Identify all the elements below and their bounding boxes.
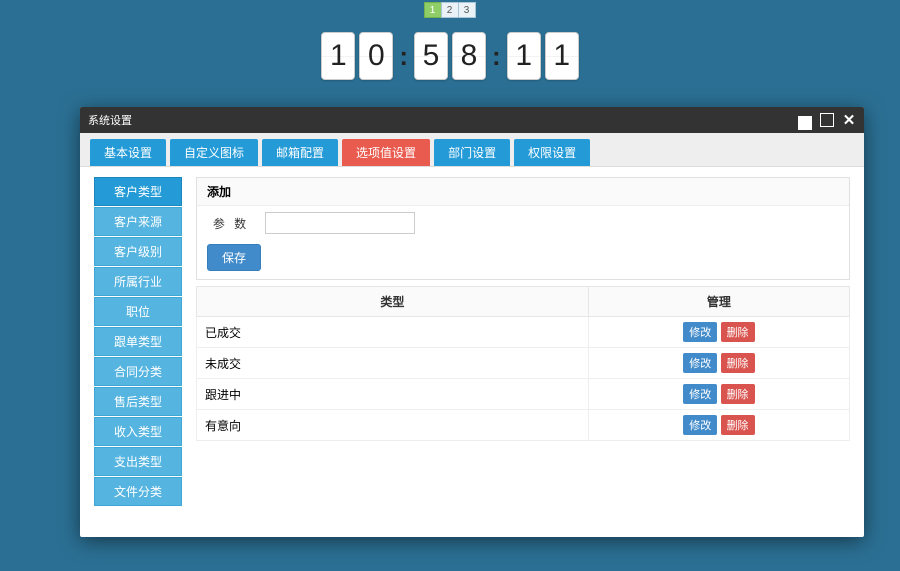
type-cell: 未成交 (197, 348, 589, 379)
clock-colon: : (492, 41, 501, 72)
delete-button[interactable]: 删除 (721, 415, 755, 435)
window-body: 客户类型客户来源客户级别所属行业职位跟单类型合同分类售后类型收入类型支出类型文件… (80, 167, 864, 537)
window-titlebar[interactable]: 系统设置 ✕ (80, 107, 864, 133)
sidebar-item-1[interactable]: 客户来源 (94, 207, 182, 236)
clock: 1 0 : 5 8 : 1 1 (0, 32, 900, 80)
top-tabs: 基本设置自定义图标邮箱配置选项值设置部门设置权限设置 (80, 133, 864, 167)
tab-3[interactable]: 选项值设置 (342, 139, 430, 166)
param-input[interactable] (265, 212, 415, 234)
digit: 0 (359, 32, 393, 80)
edit-button[interactable]: 修改 (683, 353, 717, 373)
sidebar-item-6[interactable]: 合同分类 (94, 357, 182, 386)
edit-button[interactable]: 修改 (683, 322, 717, 342)
sidebar-item-7[interactable]: 售后类型 (94, 387, 182, 416)
close-button[interactable]: ✕ (842, 113, 856, 127)
pager-page-1[interactable]: 1 (424, 2, 442, 18)
maximize-button[interactable] (820, 113, 834, 127)
window-controls: ✕ (798, 113, 856, 127)
minimize-button[interactable] (798, 113, 812, 127)
action-cell: 修改 删除 (588, 379, 849, 410)
sidebar-item-2[interactable]: 客户级别 (94, 237, 182, 266)
digit: 1 (507, 32, 541, 80)
param-label: 参 数 (207, 215, 255, 232)
sidebar-item-4[interactable]: 职位 (94, 297, 182, 326)
sidebar-item-8[interactable]: 收入类型 (94, 417, 182, 446)
sidebar: 客户类型客户来源客户级别所属行业职位跟单类型合同分类售后类型收入类型支出类型文件… (94, 177, 182, 527)
digit: 8 (452, 32, 486, 80)
pager-page-2[interactable]: 2 (441, 2, 459, 18)
action-cell: 修改 删除 (588, 348, 849, 379)
options-table: 类型 管理 已成交修改 删除未成交修改 删除跟进中修改 删除有意向修改 删除 (196, 286, 850, 441)
digit: 5 (414, 32, 448, 80)
tab-5[interactable]: 权限设置 (514, 139, 590, 166)
digit: 1 (545, 32, 579, 80)
action-cell: 修改 删除 (588, 410, 849, 441)
edit-button[interactable]: 修改 (683, 384, 717, 404)
sidebar-item-3[interactable]: 所属行业 (94, 267, 182, 296)
type-cell: 已成交 (197, 317, 589, 348)
edit-button[interactable]: 修改 (683, 415, 717, 435)
clock-colon: : (399, 41, 408, 72)
type-cell: 有意向 (197, 410, 589, 441)
tab-1[interactable]: 自定义图标 (170, 139, 258, 166)
delete-button[interactable]: 删除 (721, 322, 755, 342)
save-button[interactable]: 保存 (207, 244, 261, 271)
main-panel: 添加 参 数 保存 类型 管理 已成交修改 删除未成交修改 删除跟进中修改 删除… (196, 177, 850, 527)
tab-4[interactable]: 部门设置 (434, 139, 510, 166)
minimize-icon (798, 116, 812, 130)
settings-window: 系统设置 ✕ 基本设置自定义图标邮箱配置选项值设置部门设置权限设置 客户类型客户… (80, 107, 864, 537)
clock-minutes: 5 8 (414, 32, 486, 80)
clock-hours: 1 0 (321, 32, 393, 80)
sidebar-item-5[interactable]: 跟单类型 (94, 327, 182, 356)
add-panel: 添加 参 数 保存 (196, 177, 850, 280)
col-type: 类型 (197, 287, 589, 317)
table-row: 跟进中修改 删除 (197, 379, 850, 410)
sidebar-item-10[interactable]: 文件分类 (94, 477, 182, 506)
action-cell: 修改 删除 (588, 317, 849, 348)
table-row: 已成交修改 删除 (197, 317, 850, 348)
pager-page-3[interactable]: 3 (458, 2, 476, 18)
options-tbody: 已成交修改 删除未成交修改 删除跟进中修改 删除有意向修改 删除 (197, 317, 850, 441)
tab-0[interactable]: 基本设置 (90, 139, 166, 166)
table-row: 未成交修改 删除 (197, 348, 850, 379)
add-row: 参 数 (197, 206, 849, 240)
table-row: 有意向修改 删除 (197, 410, 850, 441)
maximize-icon (820, 113, 834, 127)
window-title: 系统设置 (88, 112, 132, 128)
col-manage: 管理 (588, 287, 849, 317)
sidebar-item-9[interactable]: 支出类型 (94, 447, 182, 476)
background-pager: 123 (0, 0, 900, 18)
clock-seconds: 1 1 (507, 32, 579, 80)
type-cell: 跟进中 (197, 379, 589, 410)
close-icon: ✕ (842, 113, 856, 127)
add-panel-header: 添加 (197, 178, 849, 206)
delete-button[interactable]: 删除 (721, 384, 755, 404)
tab-2[interactable]: 邮箱配置 (262, 139, 338, 166)
delete-button[interactable]: 删除 (721, 353, 755, 373)
digit: 1 (321, 32, 355, 80)
sidebar-item-0[interactable]: 客户类型 (94, 177, 182, 206)
